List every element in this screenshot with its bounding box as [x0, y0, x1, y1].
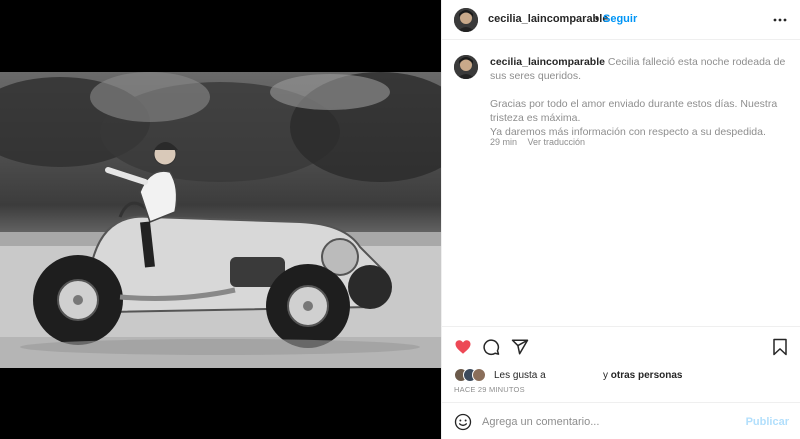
likes-others[interactable]: otras personas	[611, 370, 683, 381]
bookmark-icon[interactable]	[771, 338, 789, 356]
post-header: cecilia_laincomparable • Seguir	[442, 0, 800, 40]
more-horizontal-icon[interactable]	[773, 14, 787, 26]
liker-avatars[interactable]	[454, 368, 494, 384]
caption-line-2: Gracias por todo el amor enviado durante…	[490, 98, 778, 124]
post-photo	[0, 72, 441, 368]
author-avatar[interactable]	[454, 8, 478, 32]
likes-section: Les gusta a y otras personas HACE 29 MIN…	[442, 364, 800, 398]
caption-meta: 29 min Ver traducción	[490, 137, 585, 147]
action-bar	[442, 326, 800, 366]
author-username[interactable]: cecilia_laincomparable	[488, 13, 608, 25]
liker-avatar	[472, 368, 486, 382]
likes-prefix: Les gusta a	[494, 370, 546, 381]
share-icon[interactable]	[511, 338, 529, 356]
translate-link[interactable]: Ver traducción	[528, 137, 586, 147]
follow-button[interactable]: Seguir	[603, 13, 637, 25]
caption-section: cecilia_laincomparable Cecilia falleció …	[442, 41, 800, 326]
caption-avatar[interactable]	[454, 55, 478, 79]
likes-others-link[interactable]: y otras personas	[603, 370, 682, 381]
comment-icon[interactable]	[482, 338, 500, 356]
heart-icon[interactable]	[454, 338, 472, 356]
emoji-icon[interactable]	[454, 413, 472, 431]
post-timestamp[interactable]: HACE 29 MINUTOS	[454, 385, 525, 394]
header-separator: •	[595, 13, 599, 25]
caption-time: 29 min	[490, 137, 518, 147]
post-side-panel: cecilia_laincomparable • Seguir cecilia_…	[441, 0, 800, 439]
likes-conjunction: y	[603, 370, 608, 381]
caption-text: cecilia_laincomparable Cecilia falleció …	[490, 55, 788, 139]
post-media	[0, 0, 441, 439]
comment-bar: Publicar	[442, 402, 800, 439]
comment-input[interactable]	[482, 411, 742, 433]
publish-button[interactable]: Publicar	[746, 416, 789, 428]
caption-username[interactable]: cecilia_laincomparable	[490, 56, 605, 68]
